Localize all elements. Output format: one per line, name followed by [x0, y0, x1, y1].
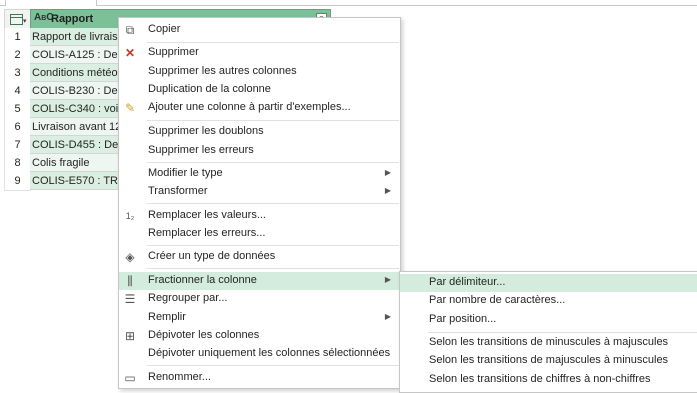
split-column-submenu: Par délimiteur... Par nombre de caractèr…	[399, 271, 697, 393]
menu-item-remove-other[interactable]: Supprimer les autres colonnes	[119, 63, 400, 81]
split-column-icon: ⫼	[127, 274, 133, 288]
row-number: 6	[4, 118, 31, 137]
menu-separator	[147, 162, 399, 163]
replace-values-icon: 1₂	[125, 211, 135, 221]
submenu-arrow-icon: ▶	[384, 168, 391, 177]
data-type-icon: ◈	[125, 250, 135, 264]
menu-item-split-column[interactable]: ⫼ Fractionner la colonne ▶	[119, 272, 400, 290]
row-number: 3	[4, 64, 31, 83]
group-by-icon: ☰	[124, 292, 136, 306]
menu-item-label: Renommer...	[148, 371, 211, 383]
menu-item-label: Fractionner la colonne	[148, 274, 257, 286]
menu-item-label: Selon les transitions de chiffres à non-…	[429, 373, 651, 385]
menu-separator	[147, 203, 399, 204]
menu-item-unpivot-selected[interactable]: Dépivoter uniquement les colonnes sélect…	[119, 345, 400, 363]
formula-bar-left-box	[0, 0, 6, 6]
menu-item-label: Copier	[148, 23, 181, 35]
column-header-label: Rapport	[51, 13, 94, 25]
menu-item-label: Dépivoter uniquement les colonnes sélect…	[148, 347, 391, 359]
row-number: 5	[4, 100, 31, 119]
formula-input[interactable]	[96, 0, 697, 6]
menu-item-remove[interactable]: ✕ Supprimer	[119, 44, 400, 62]
menu-separator	[147, 365, 399, 366]
menu-item-label: Selon les transitions de minuscules à ma…	[429, 336, 669, 348]
copy-icon: ⧉	[125, 23, 135, 37]
menu-item-label: Modifier le type	[148, 167, 223, 179]
submenu-arrow-icon: ▶	[384, 186, 391, 195]
column-context-menu: ⧉ Copier ✕ Supprimer Supprimer les autre…	[118, 17, 401, 389]
menu-item-label: Transformer	[148, 185, 208, 197]
menu-item-remove-duplicates[interactable]: Supprimer les doublons	[119, 123, 400, 141]
menu-item-label: Remplacer les erreurs...	[148, 227, 266, 239]
column-from-examples-icon: ✎	[124, 101, 136, 115]
menu-item-rename[interactable]: ▭ Renommer...	[119, 369, 400, 387]
menu-item-copy[interactable]: ⧉ Copier	[119, 21, 400, 39]
menu-item-label: Ajouter une colonne à partir d'exemples.…	[148, 101, 351, 113]
row-number: 9	[4, 172, 31, 191]
menu-separator	[428, 332, 697, 333]
remove-column-icon: ✕	[124, 46, 136, 60]
menu-item-label: Supprimer les autres colonnes	[148, 65, 297, 77]
row-number: 2	[4, 46, 31, 65]
menu-item-label: Par délimiteur...	[429, 276, 506, 288]
menu-item-label: Supprimer les doublons	[148, 125, 264, 137]
submenu-item-by-position[interactable]: Par position...	[400, 311, 697, 329]
menu-item-label: Supprimer les erreurs	[148, 144, 254, 156]
submenu-item-by-delimiter[interactable]: Par délimiteur...	[400, 274, 697, 292]
menu-separator	[147, 268, 399, 269]
menu-item-label: Duplication de la colonne	[148, 83, 271, 95]
formula-bar	[0, 0, 697, 7]
rename-icon: ▭	[124, 371, 136, 385]
menu-item-label: Supprimer	[148, 46, 199, 58]
row-number: 7	[4, 136, 31, 155]
menu-item-label: Par position...	[429, 313, 497, 325]
menu-item-label: Selon les transitions de majuscules à mi…	[429, 354, 669, 366]
menu-item-label: Remplacer les valeurs...	[148, 209, 266, 221]
submenu-item-by-num-chars[interactable]: Par nombre de caractères...	[400, 292, 697, 310]
table-icon	[10, 14, 23, 25]
row-number: 4	[4, 82, 31, 101]
menu-item-label: Créer un type de données	[148, 250, 276, 262]
menu-item-replace-errors[interactable]: Remplacer les erreurs...	[119, 225, 400, 243]
menu-item-replace-values[interactable]: 1₂ Remplacer les valeurs...	[119, 207, 400, 225]
menu-item-add-from-examples[interactable]: ✎ Ajouter une colonne à partir d'exemple…	[119, 99, 400, 117]
menu-item-label: Dépivoter les colonnes	[148, 329, 260, 341]
menu-separator	[147, 42, 399, 43]
menu-item-remove-errors[interactable]: Supprimer les erreurs	[119, 142, 400, 160]
menu-item-label: Remplir	[148, 311, 186, 323]
submenu-item-upper-to-lower[interactable]: Selon les transitions de majuscules à mi…	[400, 352, 697, 370]
submenu-item-digit-transitions[interactable]: Selon les transitions de chiffres à non-…	[400, 371, 697, 389]
menu-item-label: Par nombre de caractères...	[429, 294, 566, 306]
submenu-arrow-icon: ▶	[384, 312, 391, 321]
menu-separator	[147, 120, 399, 121]
row-number: 1	[4, 28, 31, 47]
row-number: 8	[4, 154, 31, 173]
menu-separator	[147, 245, 399, 246]
submenu-item-lower-to-upper[interactable]: Selon les transitions de minuscules à ma…	[400, 334, 697, 352]
menu-item-transform[interactable]: Transformer ▶	[119, 183, 400, 201]
menu-item-duplicate[interactable]: Duplication de la colonne	[119, 81, 400, 99]
menu-item-unpivot[interactable]: ⊞ Dépivoter les colonnes	[119, 327, 400, 345]
chevron-down-icon: ▾	[23, 18, 27, 25]
menu-item-change-type[interactable]: Modifier le type ▶	[119, 165, 400, 183]
menu-item-label: Regrouper par...	[148, 292, 228, 304]
unpivot-icon: ⊞	[124, 329, 136, 343]
menu-item-create-data-type[interactable]: ◈ Créer un type de données	[119, 248, 400, 266]
menu-item-fill[interactable]: Remplir ▶	[119, 309, 400, 327]
menu-item-group-by[interactable]: ☰ Regrouper par...	[119, 290, 400, 308]
table-menu-button[interactable]: ▾	[4, 9, 31, 29]
submenu-arrow-icon: ▶	[384, 275, 391, 284]
